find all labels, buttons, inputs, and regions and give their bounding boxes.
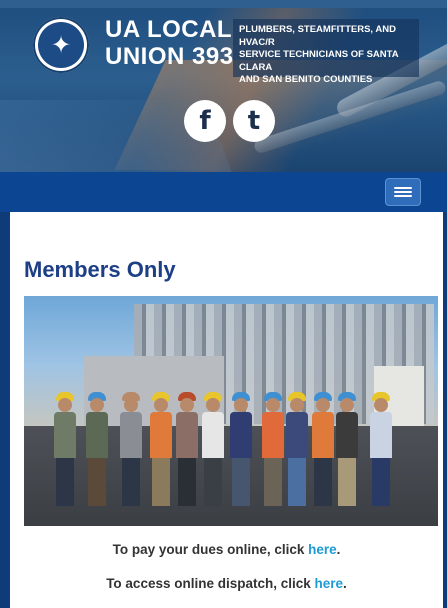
worker-figure [312,390,334,508]
page-title: Members Only [24,257,176,282]
site-title-line1: UA LOCAL [105,16,233,43]
worker-figure [230,390,252,508]
site-subtitle-line2: SERVICE TECHNICIANS OF SANTA CLARA [239,49,399,73]
pay-dues-text: To pay your dues online, click here. [112,542,341,557]
site-subtitle: PLUMBERS, STEAMFITTERS, AND HVAC/R SERVI… [233,19,419,85]
page: ✦ UA LOCAL UNION 393 PLUMBERS, STEAMFITT… [0,0,447,608]
worker-figure [150,390,172,508]
pay-dues-link[interactable]: here [308,542,337,557]
worker-figure [54,390,76,508]
worker-figure [262,390,284,508]
site-subtitle-line1: PLUMBERS, STEAMFITTERS, AND HVAC/R [239,24,396,48]
online-dispatch-link[interactable]: here [315,576,344,591]
facebook-icon: f [199,106,211,136]
worker-figure [336,390,358,508]
members-group-photo [24,296,438,526]
twitter-button[interactable]: t [233,100,275,142]
worker-figure [120,390,142,508]
nav-bar [0,172,447,212]
worker-figure [202,390,224,508]
hamburger-menu-icon[interactable] [385,178,421,206]
site-title-line2: UNION 393 [105,43,234,70]
twitter-icon: t [247,106,261,136]
site-header: ✦ UA LOCAL UNION 393 PLUMBERS, STEAMFITT… [0,0,447,172]
site-title[interactable]: UA LOCAL UNION 393 [105,16,234,70]
worker-figure [86,390,108,508]
facebook-button[interactable]: f [184,100,226,142]
worker-figure [370,390,392,508]
online-dispatch-text: To access online dispatch, click here. [106,576,347,591]
site-subtitle-line3: AND SAN BENITO COUNTIES [239,74,373,85]
worker-figure [286,390,308,508]
worker-figure [176,390,198,508]
main-content: Members Only To pay your dues online, cl… [10,212,443,608]
ua-seal-icon[interactable]: ✦ [33,17,89,73]
